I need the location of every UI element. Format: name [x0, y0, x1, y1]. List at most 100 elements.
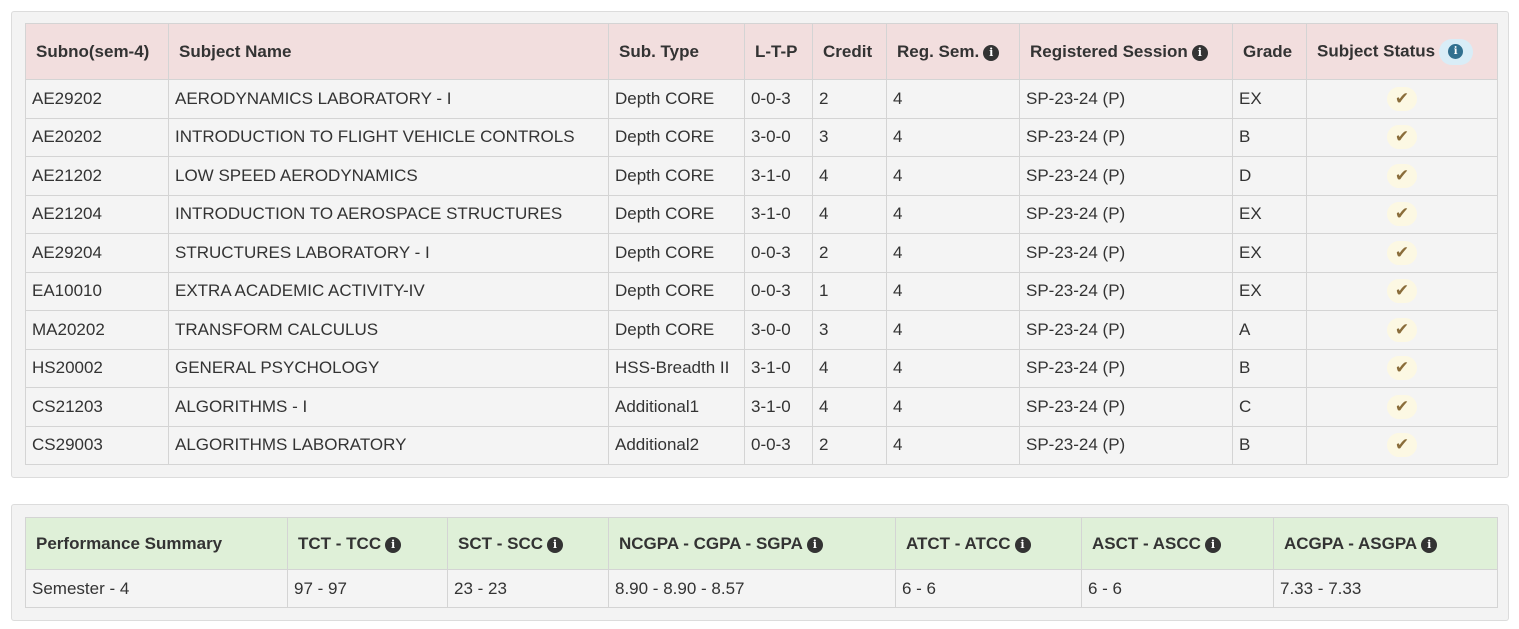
summary-sct-scc-cell: 23 - 23 — [447, 569, 609, 608]
header-registered-session[interactable]: Registered Session i — [1019, 23, 1233, 80]
header-grade-label: Grade — [1243, 41, 1293, 61]
check-icon: ✔ — [1387, 240, 1417, 265]
header-tct-tcc-label: TCT - TCC — [298, 533, 382, 553]
registered-session-cell: SP-23-24 (P) — [1019, 79, 1233, 119]
sub-type-cell: Depth CORE — [608, 233, 745, 273]
header-acgpa-asgpa-label: ACGPA - ASGPA — [1284, 533, 1418, 553]
subject-status-info-badge[interactable]: i — [1439, 38, 1474, 65]
ltp-cell: 0-0-3 — [744, 271, 813, 311]
subno-cell: AE21204 — [25, 194, 169, 234]
subject-status-cell: ✔ — [1306, 117, 1498, 157]
subject-name-cell: INTRODUCTION TO AEROSPACE STRUCTURES — [168, 194, 609, 234]
check-icon: ✔ — [1387, 317, 1417, 342]
ltp-cell: 0-0-3 — [744, 233, 813, 273]
sub-type-cell: Depth CORE — [608, 117, 745, 157]
credit-cell: 4 — [812, 348, 887, 388]
subno-cell: EA10010 — [25, 271, 169, 311]
acgpa-asgpa-info-icon[interactable]: i — [1421, 536, 1438, 553]
grade-cell: A — [1232, 310, 1307, 350]
check-icon: ✔ — [1387, 356, 1417, 381]
ltp-cell: 0-0-3 — [744, 79, 813, 119]
subno-cell: AE29204 — [25, 233, 169, 273]
registered-session-cell: SP-23-24 (P) — [1019, 310, 1233, 350]
subject-status-cell: ✔ — [1306, 233, 1498, 273]
sub-type-cell: Depth CORE — [608, 194, 745, 234]
registered-session-cell: SP-23-24 (P) — [1019, 271, 1233, 311]
check-icon: ✔ — [1387, 202, 1417, 227]
subject-name-cell: ALGORITHMS LABORATORY — [168, 425, 609, 465]
credit-cell: 3 — [812, 310, 887, 350]
tct-tcc-info-icon[interactable]: i — [385, 536, 402, 553]
header-reg-sem[interactable]: Reg. Sem. i — [886, 23, 1020, 80]
header-subno[interactable]: Subno(sem-4) — [25, 23, 169, 80]
sub-type-cell: Depth CORE — [608, 156, 745, 196]
grade-cell: C — [1232, 387, 1307, 427]
header-tct-tcc: TCT - TCC i — [287, 517, 448, 570]
registered-session-cell: SP-23-24 (P) — [1019, 117, 1233, 157]
ltp-cell: 0-0-3 — [744, 425, 813, 465]
summary-tct-tcc-cell: 97 - 97 — [287, 569, 448, 608]
sub-type-cell: Depth CORE — [608, 310, 745, 350]
grade-cell: B — [1232, 425, 1307, 465]
header-credit-label: Credit — [823, 41, 873, 61]
header-ltp[interactable]: L-T-P — [744, 23, 813, 80]
reg-sem-cell: 4 — [886, 425, 1020, 465]
header-subject-name-label: Subject Name — [179, 41, 292, 61]
header-asct-ascc-label: ASCT - ASCC — [1092, 533, 1201, 553]
atct-atcc-info-icon[interactable]: i — [1014, 536, 1031, 553]
reg-sem-info-icon[interactable]: i — [983, 44, 1000, 61]
subject-status-cell: ✔ — [1306, 425, 1498, 465]
reg-sem-cell: 4 — [886, 271, 1020, 311]
summary-asct-ascc-cell: 6 - 6 — [1081, 569, 1274, 608]
header-atct-atcc-label: ATCT - ATCC — [906, 533, 1011, 553]
header-grade[interactable]: Grade — [1232, 23, 1307, 80]
subno-cell: AE29202 — [25, 79, 169, 119]
header-subno-label: Subno(sem-4) — [36, 41, 150, 61]
table-row: AE21204 INTRODUCTION TO AEROSPACE STRUCTU… — [25, 194, 1498, 234]
table-row: CS29003 ALGORITHMS LABORATORY Additional2 0… — [25, 425, 1498, 465]
summary-semester-cell: Semester - 4 — [25, 569, 288, 608]
subject-name-cell: STRUCTURES LABORATORY - I — [168, 233, 609, 273]
subject-status-cell: ✔ — [1306, 156, 1498, 196]
registered-session-info-icon[interactable]: i — [1191, 44, 1208, 61]
header-sub-type[interactable]: Sub. Type — [608, 23, 745, 80]
subject-status-cell: ✔ — [1306, 310, 1498, 350]
reg-sem-cell: 4 — [886, 310, 1020, 350]
sct-scc-info-icon[interactable]: i — [547, 536, 563, 553]
subject-status-cell: ✔ — [1306, 271, 1498, 311]
header-subject-name[interactable]: Subject Name — [168, 23, 609, 80]
subno-cell: CS29003 — [25, 425, 169, 465]
table-row: AE29202 AERODYNAMICS LABORATORY - I Depth … — [25, 79, 1498, 119]
subject-status-cell: ✔ — [1306, 348, 1498, 388]
subject-name-cell: AERODYNAMICS LABORATORY - I — [168, 79, 609, 119]
asct-ascc-info-icon[interactable]: i — [1204, 536, 1221, 553]
subject-name-cell: GENERAL PSYCHOLOGY — [168, 348, 609, 388]
reg-sem-cell: 4 — [886, 387, 1020, 427]
table-row: EA10010 EXTRA ACADEMIC ACTIVITY-IV Depth C… — [25, 271, 1498, 311]
check-icon: ✔ — [1387, 125, 1417, 150]
subject-name-cell: ALGORITHMS - I — [168, 387, 609, 427]
table-row: HS20002 GENERAL PSYCHOLOGY HSS-Breadth II 3… — [25, 348, 1498, 388]
grade-cell: D — [1232, 156, 1307, 196]
reg-sem-cell: 4 — [886, 194, 1020, 234]
registered-session-cell: SP-23-24 (P) — [1019, 233, 1233, 273]
registered-session-cell: SP-23-24 (P) — [1019, 194, 1233, 234]
header-sct-scc: SCT - SCC i — [447, 517, 609, 570]
registered-session-cell: SP-23-24 (P) — [1019, 425, 1233, 465]
header-credit[interactable]: Credit — [812, 23, 887, 80]
subno-cell: CS21203 — [25, 387, 169, 427]
subject-status-cell: ✔ — [1306, 387, 1498, 427]
credit-cell: 1 — [812, 271, 887, 311]
header-subject-status[interactable]: Subject Status i — [1306, 23, 1498, 80]
header-acgpa-asgpa: ACGPA - ASGPA i — [1273, 517, 1498, 570]
ncgpa-cgpa-sgpa-info-icon[interactable]: i — [806, 536, 823, 553]
header-subject-status-label: Subject Status — [1317, 40, 1436, 60]
summary-header-row: Performance Summary TCT - TCC i SCT - SCC… — [25, 517, 1498, 570]
header-sub-type-label: Sub. Type — [619, 41, 699, 61]
grade-cell: EX — [1232, 271, 1307, 311]
subjects-table: Subno(sem-4) Subject Name Sub. Type L-T-… — [25, 23, 1498, 465]
grade-cell: B — [1232, 117, 1307, 157]
ltp-cell: 3-1-0 — [744, 156, 813, 196]
check-icon: ✔ — [1387, 279, 1417, 304]
header-ncgpa-cgpa-sgpa: NCGPA - CGPA - SGPA i — [608, 517, 896, 570]
